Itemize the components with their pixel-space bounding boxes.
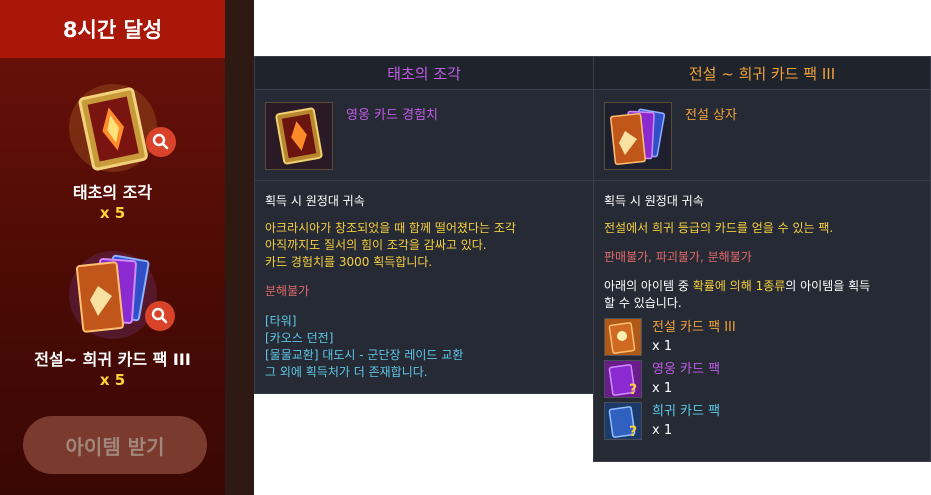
tooltip-summary: 영웅 카드 경험치 bbox=[255, 90, 593, 181]
random-notice-text: 아래의 아이템 중 bbox=[604, 279, 693, 293]
source-item: 그 외에 획득처가 더 존재합니다. bbox=[265, 365, 428, 379]
hero-card-pack-icon: ? bbox=[604, 360, 642, 398]
card-pack-icon bbox=[604, 102, 672, 170]
random-notice-highlight: 확률에 의해 1종류 bbox=[692, 279, 786, 293]
tooltip-title: 전설 ~ 희귀 카드 팩 III bbox=[594, 57, 930, 90]
svg-text:?: ? bbox=[629, 382, 637, 397]
description-line: 카드 경험치를 3000 획득합니다. bbox=[265, 255, 433, 269]
source-item: [카오스 던전] bbox=[265, 331, 334, 345]
tooltip-card-pack: 전설 ~ 희귀 카드 팩 III 전설 상자 획득 시 원정대 귀속 전설에서 … bbox=[593, 56, 931, 462]
source-list: [타워] [카오스 던전] [물물교환] 대도시 - 군단장 레이드 교환 그 … bbox=[265, 313, 583, 381]
tooltip-fragment: 태초의 조각 영웅 카드 경험치 획득 시 원정대 귀속 아크라시아가 창조되었… bbox=[254, 56, 594, 394]
description: 전설에서 희귀 등급의 카드를 얻을 수 있는 팩. bbox=[604, 221, 834, 235]
reward-panel: 8시간 달성 태초의 조각 x 5 전설~ 희귀 카드 팩 III x 5 아이… bbox=[0, 0, 225, 495]
zoom-icon[interactable] bbox=[145, 127, 176, 157]
restriction-item: 판매불가 bbox=[604, 250, 649, 264]
possible-item-qty: x 1 bbox=[652, 423, 673, 438]
restriction-item: 분해불가 bbox=[707, 250, 752, 264]
legend-card-pack-icon bbox=[604, 318, 642, 356]
restriction-item: 파괴불가 bbox=[655, 250, 700, 264]
reward-panel-title: 8시간 달성 bbox=[0, 0, 225, 58]
random-notice-text: 의 아이템을 획득 bbox=[785, 279, 871, 293]
reward-name: 전설~ 희귀 카드 팩 III bbox=[34, 350, 191, 369]
svg-text:?: ? bbox=[629, 424, 637, 439]
possible-item[interactable]: 전설 카드 팩 III x 1 bbox=[604, 318, 920, 356]
reward-item-fragment[interactable]: 태초의 조각 x 5 bbox=[0, 83, 225, 222]
reward-item-card-pack[interactable]: 전설~ 희귀 카드 팩 III x 5 bbox=[0, 250, 225, 389]
restriction-list: 판매불가, 파괴불가, 분해불가 bbox=[604, 250, 752, 264]
zoom-icon[interactable] bbox=[144, 301, 175, 331]
description: 아크라시아가 창조되었을 때 함께 떨어졌다는 조각 아직까지도 질서의 힘이 … bbox=[265, 220, 583, 271]
reward-qty: x 5 bbox=[99, 204, 126, 222]
possible-item-name: 희귀 카드 팩 bbox=[652, 404, 721, 419]
possible-item-name: 영웅 카드 팩 bbox=[652, 362, 721, 377]
random-notice-text: 할 수 있습니다. bbox=[604, 296, 682, 310]
panel-divider bbox=[225, 0, 254, 495]
possible-item-qty: x 1 bbox=[652, 381, 673, 396]
source-item: [물물교환] 대도시 - 군단장 레이드 교환 bbox=[265, 348, 464, 362]
rare-card-pack-icon: ? bbox=[604, 402, 642, 440]
card-pack-icon bbox=[68, 250, 175, 340]
possible-item[interactable]: ? 희귀 카드 팩 x 1 bbox=[604, 402, 920, 440]
card-fragment-icon bbox=[265, 102, 333, 170]
source-item: [타워] bbox=[265, 314, 297, 328]
tooltip-title: 태초의 조각 bbox=[255, 57, 593, 90]
possible-item[interactable]: ? 영웅 카드 팩 x 1 bbox=[604, 360, 920, 398]
bind-text: 획득 시 원정대 귀속 bbox=[265, 194, 365, 208]
random-notice: 아래의 아이템 중 확률에 의해 1종류의 아이템을 획득 할 수 있습니다. bbox=[604, 278, 920, 312]
possible-items-list: 전설 카드 팩 III x 1 ? 영웅 카드 팩 x 1 ? 희귀 카드 팩 x 1 bbox=[604, 318, 920, 440]
bind-text: 획득 시 원정대 귀속 bbox=[604, 194, 704, 208]
claim-items-button[interactable]: 아이템 받기 bbox=[23, 416, 207, 474]
tooltip-summary: 전설 상자 bbox=[594, 90, 930, 181]
restriction-text: 분해불가 bbox=[265, 284, 310, 298]
reward-qty: x 5 bbox=[99, 371, 126, 389]
possible-item-name: 전설 카드 팩 III bbox=[652, 320, 736, 335]
description-line: 아직까지도 질서의 힘이 조각을 감싸고 있다. bbox=[265, 238, 487, 252]
card-fragment-icon bbox=[68, 83, 176, 173]
item-type-label: 전설 상자 bbox=[685, 108, 737, 123]
reward-name: 태초의 조각 bbox=[72, 183, 153, 202]
possible-item-qty: x 1 bbox=[652, 339, 673, 354]
description-line: 아크라시아가 창조되었을 때 함께 떨어졌다는 조각 bbox=[265, 221, 516, 235]
item-type-label: 영웅 카드 경험치 bbox=[346, 108, 438, 123]
